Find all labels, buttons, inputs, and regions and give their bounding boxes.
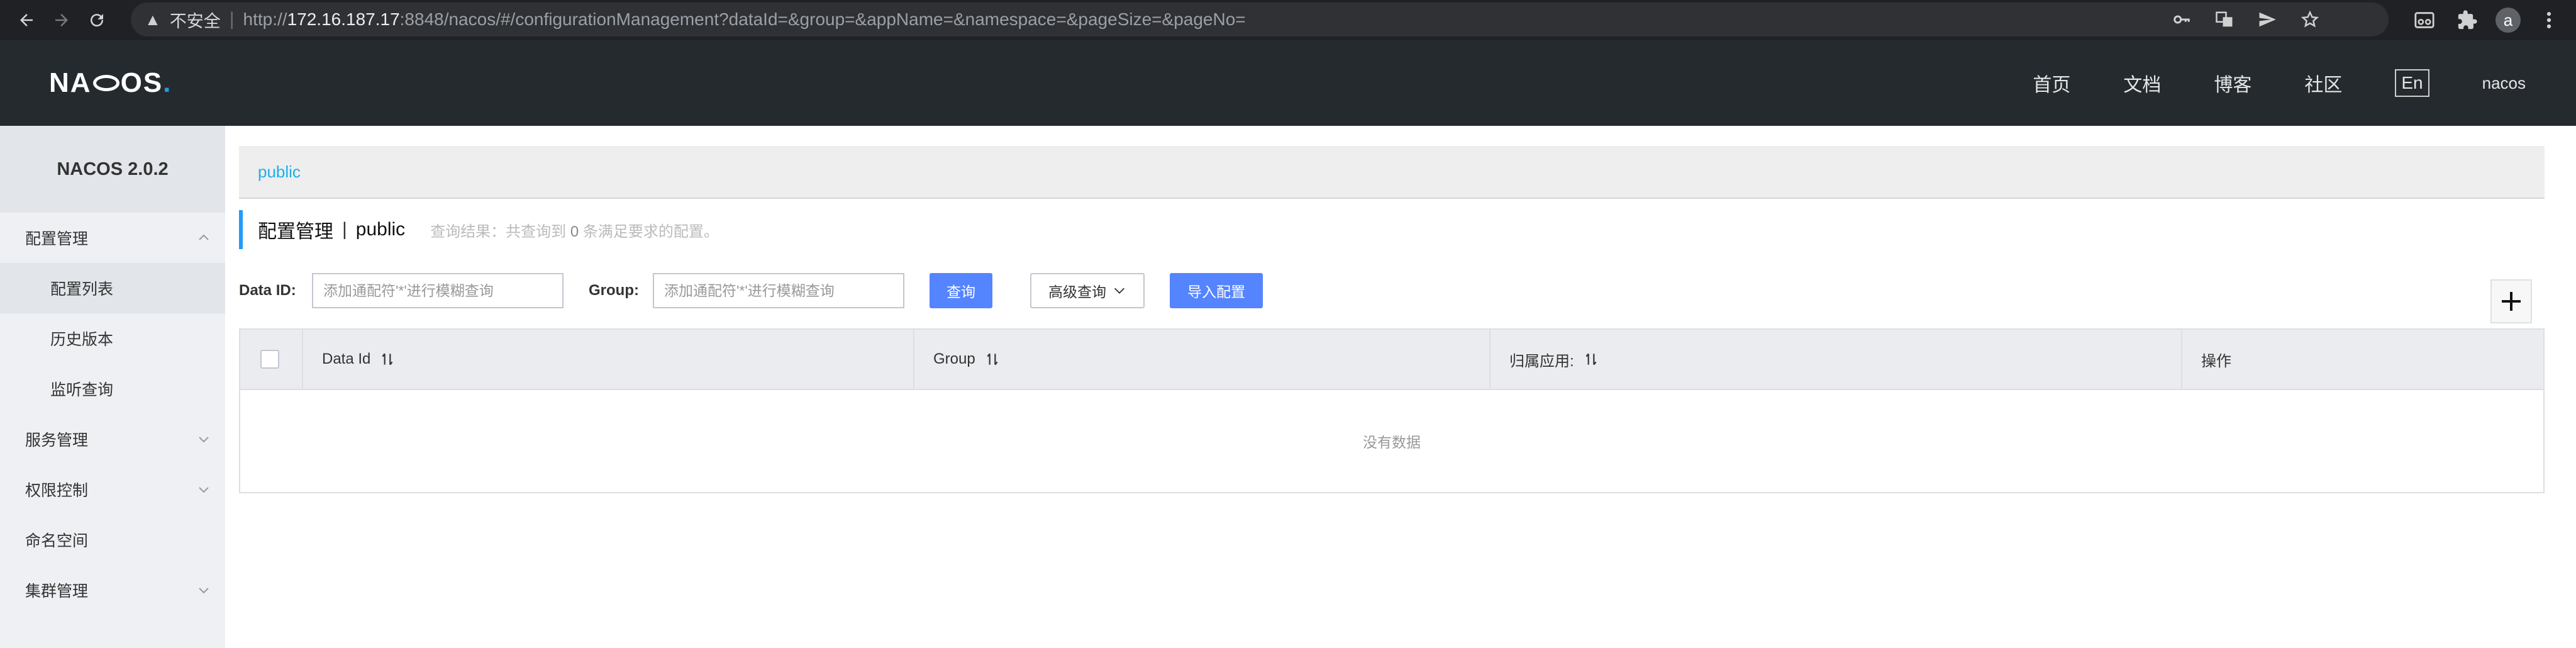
chevron-down-icon: [199, 487, 209, 493]
nav-docs[interactable]: 文档: [2123, 69, 2161, 97]
sidebar-item-label: 服务管理: [25, 432, 89, 449]
url-path: :8848/nacos/#/configurationManagement?da…: [399, 9, 1246, 29]
security-label: 不安全: [169, 11, 221, 31]
sidebar-item-label: 配置管理: [25, 230, 89, 248]
sidebar-item-label: 集群管理: [25, 583, 89, 600]
nav-community[interactable]: 社区: [2304, 69, 2342, 97]
config-table: Data Id Group 归属应用: 操作 没有数据: [239, 328, 2545, 493]
advanced-query-button[interactable]: 高级查询: [1030, 273, 1145, 308]
language-toggle[interactable]: En: [2395, 69, 2429, 97]
top-nav: 首页 文档 博客 社区 En nacos: [2033, 40, 2576, 126]
select-all-cell: [240, 330, 303, 389]
logo-text-right: OS: [120, 67, 164, 98]
filter-bar: Data ID: Group: 查询 高级查询 导入配置: [239, 273, 2545, 310]
import-config-button[interactable]: 导入配置: [1170, 273, 1263, 308]
menu-kebab-icon[interactable]: [2538, 0, 2560, 40]
query-button[interactable]: 查询: [930, 273, 992, 308]
user-menu[interactable]: nacos: [2482, 74, 2526, 93]
reload-button[interactable]: [79, 0, 114, 40]
query-result-summary: 查询结果：共查询到 0 条满足要求的配置。: [430, 219, 719, 241]
sort-icon[interactable]: [1583, 351, 1599, 367]
browser-toolbar: ▲ 不安全 | http://172.16.187.17:8848/nacos/…: [0, 0, 2576, 40]
chevron-up-icon: [199, 234, 209, 240]
arrow-right-icon: [55, 14, 68, 26]
heading-namespace: public: [355, 219, 406, 240]
logo-text-left: NA: [49, 67, 92, 98]
sidebar-item-config-list[interactable]: 配置列表: [0, 263, 225, 313]
namespace-bar: public: [239, 146, 2545, 199]
profile-avatar[interactable]: a: [2496, 0, 2521, 40]
translate-icon[interactable]: [2215, 10, 2234, 29]
page-title: 配置管理: [258, 221, 333, 242]
star-icon[interactable]: [2301, 10, 2319, 29]
sidebar-item-label: 历史版本: [50, 331, 114, 349]
nacos-logo[interactable]: NA OS.: [49, 67, 172, 98]
chevron-down-icon: [1114, 288, 1124, 294]
sidebar: NACOS 2.0.2 配置管理 配置列表 历史版本 监听查询 服务管理 权限控…: [0, 126, 225, 648]
address-bar[interactable]: ▲ 不安全 | http://172.16.187.17:8848/nacos/…: [131, 3, 2389, 36]
sidebar-item-label: 权限控制: [25, 482, 89, 500]
sidebar-item-label: 监听查询: [50, 381, 114, 399]
group-input[interactable]: [653, 273, 904, 308]
empty-state-text: 没有数据: [1363, 434, 1421, 450]
chevron-down-icon: [199, 437, 209, 443]
column-label: Data Id: [322, 350, 371, 367]
result-count: 0: [570, 223, 579, 240]
extension-reader-icon[interactable]: [2414, 0, 2435, 40]
plus-icon: [2502, 292, 2521, 311]
sidebar-item-access-control[interactable]: 权限控制: [0, 464, 225, 515]
dataid-label: Data ID:: [239, 282, 296, 299]
address-separator: |: [229, 9, 235, 30]
sort-icon[interactable]: [379, 351, 396, 367]
arrow-left-icon: [20, 14, 33, 26]
sidebar-item-config-management[interactable]: 配置管理: [0, 213, 225, 263]
column-data-id[interactable]: Data Id: [303, 330, 914, 389]
sidebar-item-history[interactable]: 历史版本: [0, 313, 225, 364]
group-label: Group:: [589, 282, 639, 299]
column-actions: 操作: [2182, 330, 2543, 389]
reload-icon: [91, 14, 104, 27]
sidebar-item-label: 配置列表: [50, 281, 114, 298]
column-label: 归属应用:: [1509, 352, 1574, 370]
table-header: Data Id Group 归属应用: 操作: [240, 330, 2543, 390]
url-host: 172.16.187.17: [287, 9, 400, 29]
forward-button[interactable]: [44, 0, 79, 40]
select-all-checkbox[interactable]: [260, 350, 279, 369]
send-icon[interactable]: [2258, 10, 2277, 29]
result-prefix: 查询结果：共查询到: [430, 223, 567, 240]
key-icon[interactable]: [2172, 10, 2191, 29]
back-button[interactable]: [9, 0, 44, 40]
warning-icon: ▲: [145, 9, 161, 29]
url-text[interactable]: http://172.16.187.17:8848/nacos/#/config…: [243, 9, 1246, 30]
sort-icon[interactable]: [984, 351, 1001, 367]
sidebar-item-service-management[interactable]: 服务管理: [0, 414, 225, 464]
sidebar-item-label: 命名空间: [25, 532, 89, 550]
sidebar-title: NACOS 2.0.2: [0, 126, 225, 213]
advanced-query-label: 高级查询: [1048, 284, 1106, 300]
nav-blog[interactable]: 博客: [2214, 69, 2251, 97]
sidebar-item-cluster-management[interactable]: 集群管理: [0, 565, 225, 615]
dataid-input[interactable]: [312, 273, 564, 308]
column-app[interactable]: 归属应用:: [1491, 330, 2182, 389]
logo-ring-icon: [92, 75, 119, 91]
add-config-button[interactable]: [2490, 279, 2532, 323]
namespace-link-public[interactable]: public: [258, 162, 301, 182]
column-group[interactable]: Group: [914, 330, 1491, 389]
heading-separator: |: [342, 219, 347, 240]
result-suffix: 条满足要求的配置。: [582, 223, 719, 240]
column-label: Group: [933, 350, 975, 367]
sidebar-item-namespace[interactable]: 命名空间: [0, 515, 225, 565]
page-heading: 配置管理 | public 查询结果：共查询到 0 条满足要求的配置。: [239, 210, 719, 249]
chevron-down-icon: [199, 588, 209, 594]
column-label: 操作: [2201, 352, 2231, 370]
url-prefix: http://: [243, 9, 287, 29]
app-header: NA OS. 首页 文档 博客 社区 En nacos: [0, 40, 2576, 126]
nav-home[interactable]: 首页: [2033, 69, 2070, 97]
logo-dot: .: [163, 67, 172, 98]
sidebar-item-listener-query[interactable]: 监听查询: [0, 364, 225, 414]
table-body: 没有数据: [240, 390, 2543, 492]
extensions-puzzle-icon[interactable]: [2457, 0, 2478, 40]
profile-initial: a: [2496, 8, 2521, 33]
